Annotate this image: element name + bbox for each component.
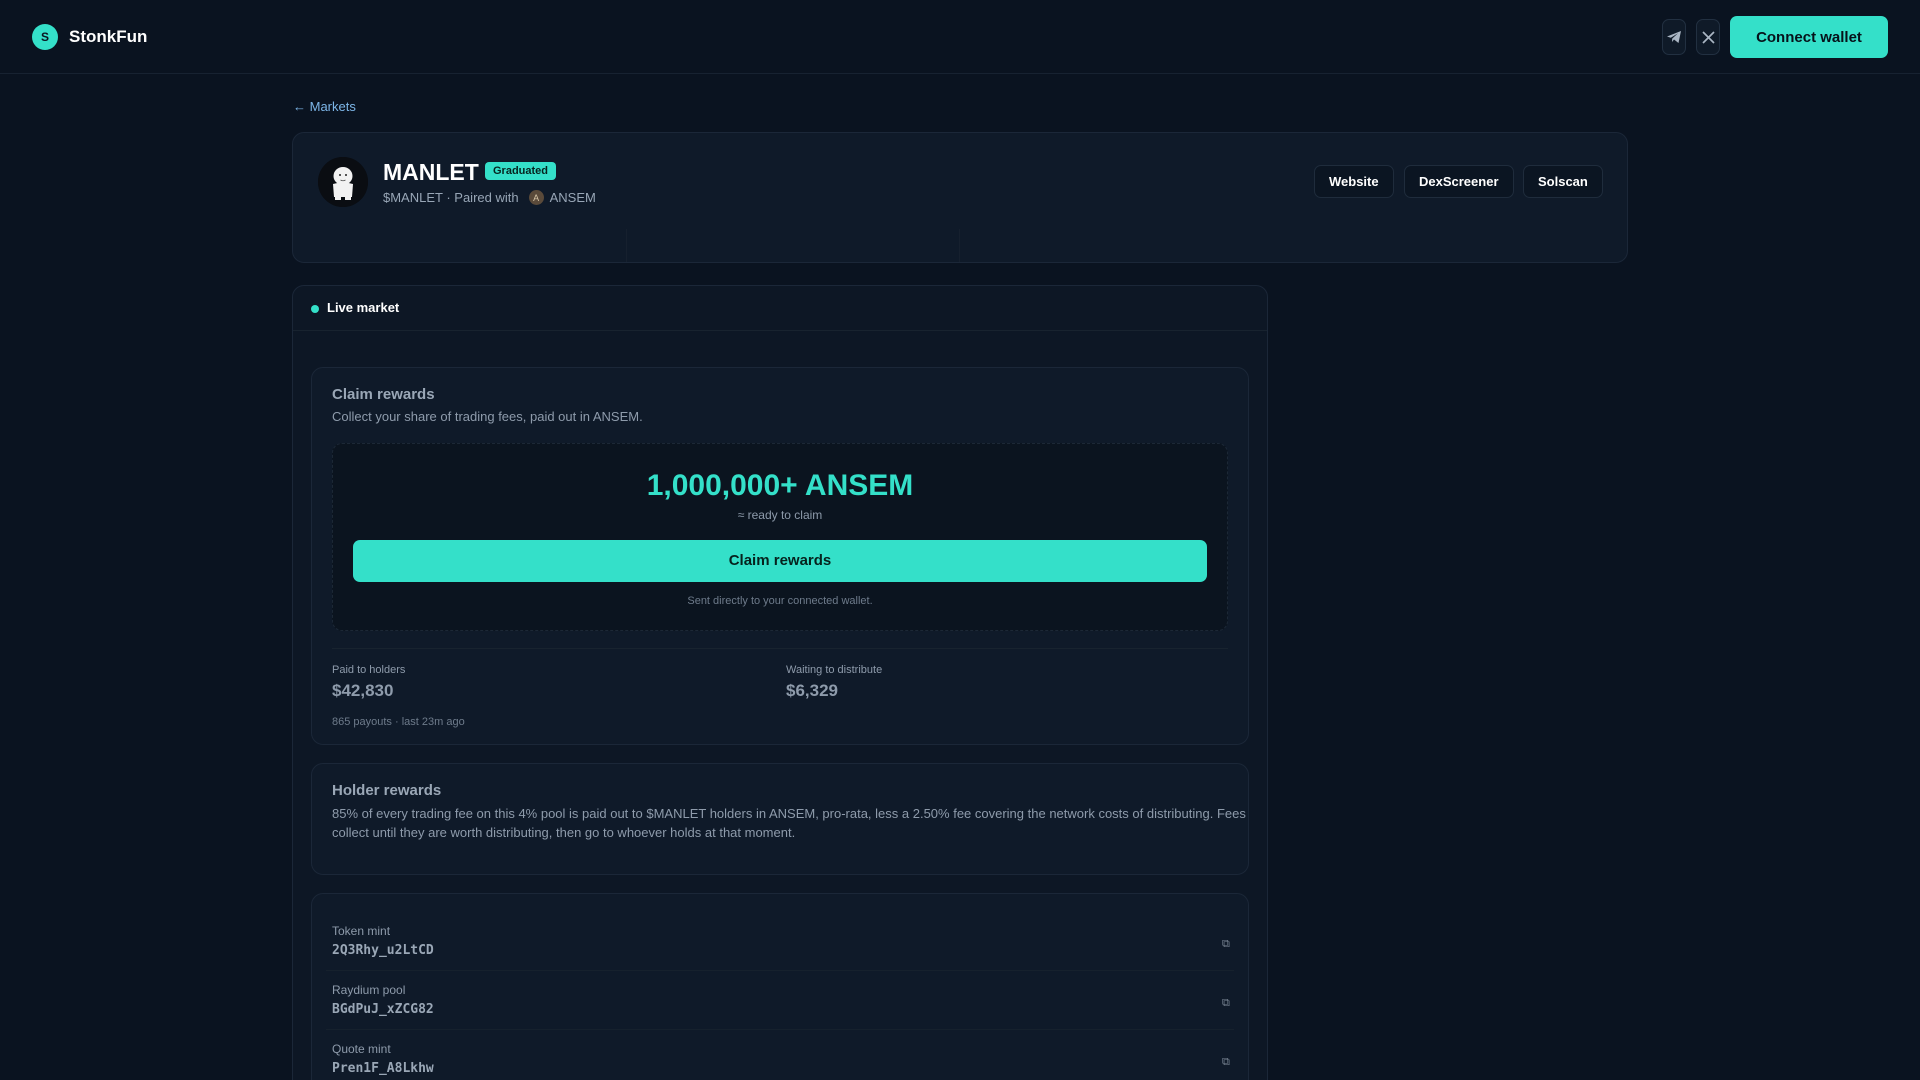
- claimable-caption: ≈ ready to claim: [737, 508, 823, 522]
- address-value: Pren1F_A8Lkhw: [332, 1061, 434, 1076]
- live-market-panel: Live market Claim rewards Collect your s…: [292, 285, 1268, 1080]
- addresses-card: Token mint 2Q3Rhy_u2LtCD ⧉ Raydium pool …: [311, 893, 1249, 1080]
- live-market-header: Live market: [293, 286, 1267, 331]
- status-badge: Graduated: [485, 162, 557, 180]
- top-bar: S StonkFun Connect wallet: [0, 0, 1920, 74]
- live-market-title: Live market: [327, 300, 400, 315]
- address-row-quote-mint: Quote mint Pren1F_A8Lkhw ⧉: [312, 1042, 1248, 1080]
- address-value: BGdPuJ_xZCG82: [332, 1002, 434, 1017]
- holder-rewards-description-line1: 85% of every trading fee on this 4% pool…: [332, 806, 1246, 821]
- address-label: Quote mint: [332, 1042, 391, 1056]
- claim-note: Sent directly to your connected wallet.: [687, 595, 873, 607]
- claimable-amount: 1,000,000+ ANSEM: [646, 469, 914, 502]
- x-button[interactable]: [1696, 19, 1720, 55]
- ticker-pair-text: $MANLET · Paired with: [383, 190, 519, 205]
- stat-divider: [626, 229, 627, 262]
- claim-rewards-description: Collect your share of trading fees, paid…: [332, 409, 643, 424]
- dexscreener-link-button[interactable]: DexScreener: [1404, 165, 1514, 198]
- pair-token-name: ANSEM: [549, 190, 596, 205]
- ansem-token-icon: A: [528, 190, 544, 205]
- holder-rewards-description-line2: collect until they are worth distributin…: [332, 825, 796, 840]
- solscan-link-button[interactable]: Solscan: [1523, 165, 1603, 198]
- divider: [332, 648, 1228, 649]
- address-row-raydium-pool: Raydium pool BGdPuJ_xZCG82 ⧉: [312, 983, 1248, 1042]
- waiting-to-distribute-value: $6,329: [786, 681, 838, 700]
- address-label: Token mint: [332, 924, 391, 938]
- token-avatar: [318, 157, 368, 207]
- copy-icon[interactable]: ⧉: [1222, 997, 1230, 1010]
- token-header-card: MANLET Graduated $MANLET · Paired with A…: [292, 132, 1628, 263]
- row-divider: [326, 970, 1234, 971]
- telegram-icon: [1667, 31, 1681, 43]
- brand-logo: S: [32, 24, 58, 50]
- copy-icon[interactable]: ⧉: [1222, 938, 1230, 951]
- payout-summary: 865 payouts · last 23m ago: [332, 716, 465, 728]
- back-to-markets-link[interactable]: ← Markets: [293, 99, 356, 114]
- token-name: MANLET: [383, 159, 479, 185]
- paid-to-holders-value: $42,830: [332, 681, 394, 700]
- holder-rewards-card: Holder rewards 85% of every trading fee …: [311, 763, 1249, 875]
- claim-rewards-button[interactable]: Claim rewards: [353, 540, 1207, 582]
- address-label: Raydium pool: [332, 983, 406, 997]
- copy-icon[interactable]: ⧉: [1222, 1056, 1230, 1069]
- brand[interactable]: S StonkFun: [32, 24, 147, 50]
- holder-rewards-title: Holder rewards: [332, 782, 442, 799]
- website-link-button[interactable]: Website: [1314, 165, 1394, 198]
- row-divider: [326, 1029, 1234, 1030]
- connect-wallet-button[interactable]: Connect wallet: [1730, 16, 1888, 58]
- stat-divider: [959, 229, 960, 262]
- address-row-token-mint: Token mint 2Q3Rhy_u2LtCD ⧉: [312, 924, 1248, 983]
- token-subline: $MANLET · Paired with A ANSEM: [383, 190, 596, 205]
- brand-name: StonkFun: [69, 27, 148, 46]
- claim-box: 1,000,000+ ANSEM ≈ ready to claim Claim …: [332, 443, 1228, 631]
- x-icon: [1701, 30, 1715, 44]
- claim-rewards-card: Claim rewards Collect your share of trad…: [311, 367, 1249, 745]
- paid-to-holders-label: Paid to holders: [332, 664, 406, 676]
- claim-rewards-title: Claim rewards: [332, 386, 435, 403]
- live-indicator-dot: [311, 305, 319, 313]
- telegram-button[interactable]: [1662, 19, 1686, 55]
- address-value: 2Q3Rhy_u2LtCD: [332, 943, 434, 958]
- waiting-to-distribute-label: Waiting to distribute: [786, 664, 883, 676]
